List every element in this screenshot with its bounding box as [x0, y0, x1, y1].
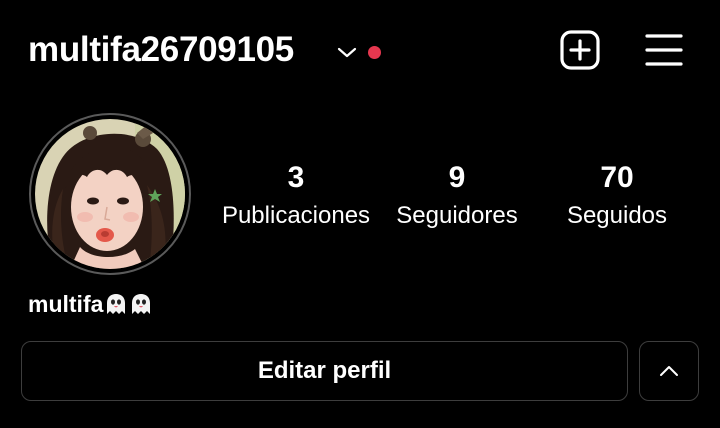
- following-stat[interactable]: 70 Seguidos: [532, 158, 702, 234]
- followers-stat[interactable]: 9 Seguidores: [372, 158, 542, 234]
- following-label: Seguidos: [566, 202, 668, 229]
- profile-avatar[interactable]: [35, 119, 185, 269]
- suggested-accounts-toggle-button[interactable]: [639, 341, 699, 401]
- posts-stat[interactable]: 3 Publicaciones: [211, 158, 381, 234]
- hamburger-menu-icon: [645, 34, 683, 66]
- profile-username[interactable]: multifa26709105: [28, 28, 294, 72]
- edit-profile-button[interactable]: Editar perfil: [21, 341, 628, 401]
- followers-label: Seguidores: [396, 202, 518, 229]
- plus-square-icon: [560, 30, 600, 70]
- posts-count: 3: [287, 161, 305, 194]
- menu-button[interactable]: [644, 30, 684, 70]
- ghost-emoji-icon: [107, 294, 126, 314]
- followers-count: 9: [448, 161, 466, 194]
- chevron-down-icon[interactable]: [336, 44, 358, 60]
- notification-dot: [368, 46, 381, 59]
- chevron-up-icon: [660, 366, 678, 376]
- edit-profile-label: Editar perfil: [257, 357, 392, 384]
- ghost-emoji-icon: [132, 294, 151, 314]
- posts-label: Publicaciones: [221, 202, 371, 229]
- new-post-button[interactable]: [559, 29, 601, 71]
- display-name: multifa: [28, 289, 153, 319]
- display-name-text: multifa: [28, 291, 104, 317]
- following-count: 70: [600, 161, 634, 194]
